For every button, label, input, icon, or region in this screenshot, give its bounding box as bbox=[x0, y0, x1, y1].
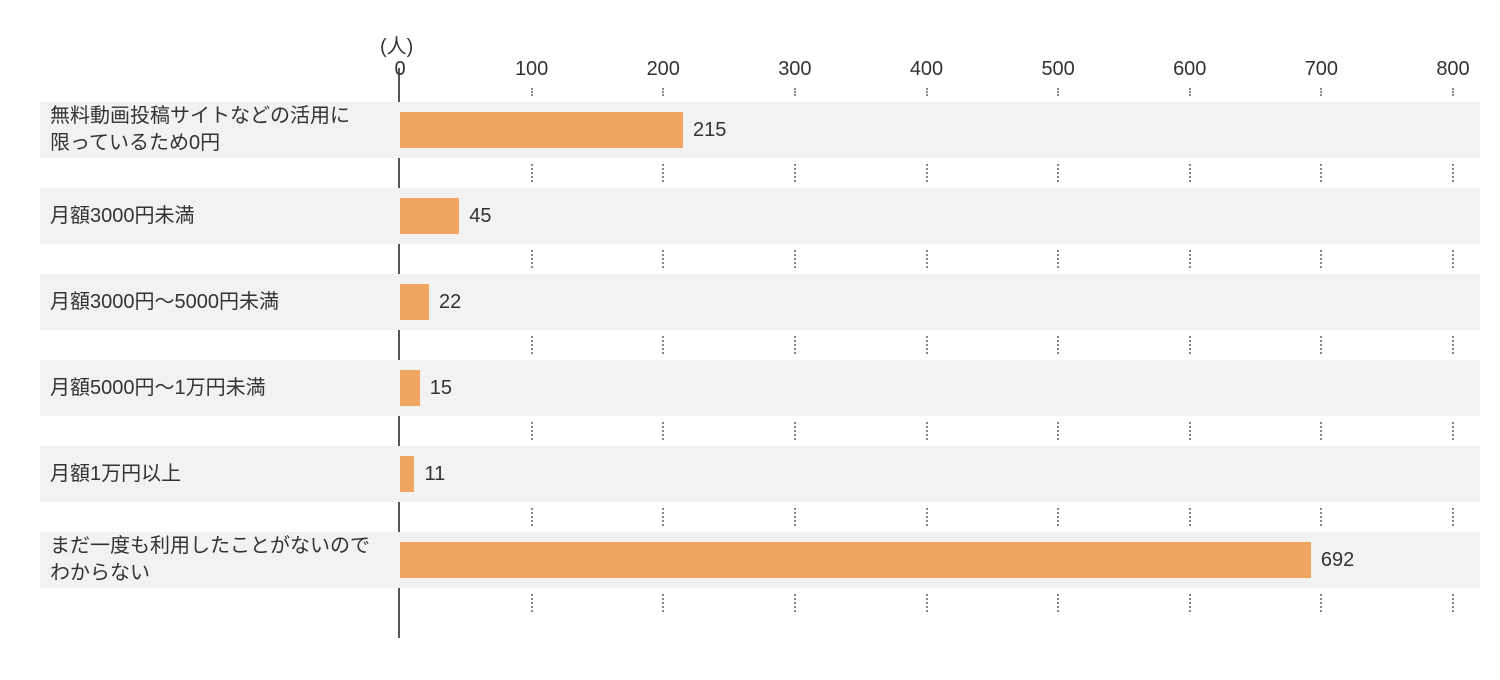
category-label: 無料動画投稿サイトなどの活用に限っているため0円 bbox=[50, 102, 390, 158]
x-tick-label: 0 bbox=[394, 58, 405, 81]
category-label: 月額3000円未満 bbox=[50, 188, 390, 244]
bar bbox=[400, 284, 429, 320]
unit-label: (人) bbox=[380, 30, 413, 59]
value-label: 692 bbox=[1321, 542, 1354, 578]
x-tick-label: 100 bbox=[515, 58, 548, 81]
value-label: 45 bbox=[469, 198, 491, 234]
category-label: まだ一度も利用したことがないのでわからない bbox=[50, 532, 390, 588]
x-tick-label: 600 bbox=[1173, 58, 1206, 81]
value-label: 215 bbox=[693, 112, 726, 148]
bar bbox=[400, 370, 420, 406]
category-label: 月額5000円～1万円未満 bbox=[50, 360, 390, 416]
bar bbox=[400, 198, 459, 234]
category-label: 月額1万円以上 bbox=[50, 446, 390, 502]
category-label: 月額3000円～5000円未満 bbox=[50, 274, 390, 330]
value-label: 22 bbox=[439, 284, 461, 320]
x-tick-label: 200 bbox=[647, 58, 680, 81]
x-tick-label: 300 bbox=[778, 58, 811, 81]
x-tick-label: 400 bbox=[910, 58, 943, 81]
bar bbox=[400, 112, 683, 148]
x-tick-label: 500 bbox=[1041, 58, 1074, 81]
value-label: 15 bbox=[430, 370, 452, 406]
bar bbox=[400, 456, 414, 492]
x-tick-label: 700 bbox=[1305, 58, 1338, 81]
bar bbox=[400, 542, 1311, 578]
x-tick-label: 800 bbox=[1436, 58, 1469, 81]
value-label: 11 bbox=[424, 456, 445, 492]
horizontal-bar-chart: (人) 0 100 200 300 400 500 600 700 800 無料動画投稿サイトな… bbox=[0, 0, 1500, 680]
